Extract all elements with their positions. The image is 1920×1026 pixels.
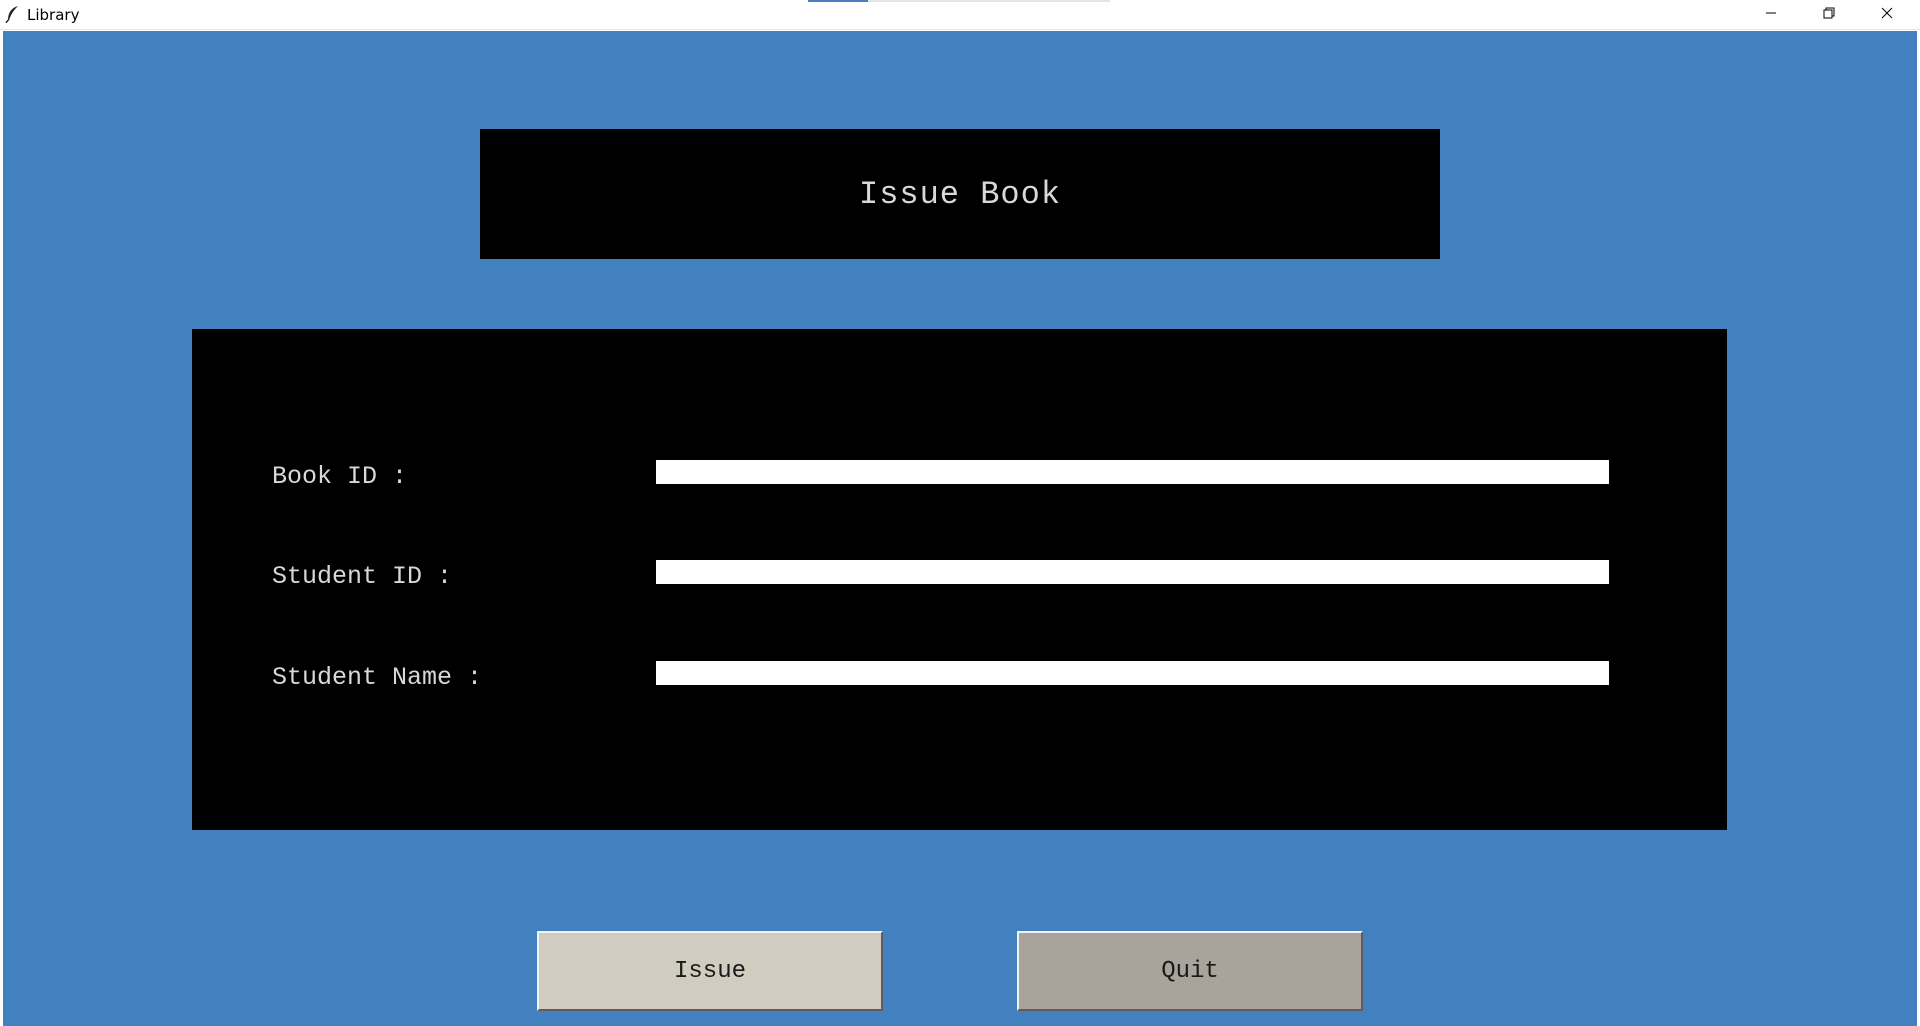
feather-icon bbox=[5, 5, 21, 24]
minimize-icon bbox=[1765, 6, 1777, 24]
issue-button[interactable]: Issue bbox=[537, 931, 883, 1011]
student-name-input[interactable] bbox=[656, 661, 1609, 685]
student-id-label: Student ID : bbox=[272, 562, 453, 591]
window-title: Library bbox=[27, 6, 80, 24]
app-canvas: Issue Book Book ID : Student ID : Studen… bbox=[3, 31, 1917, 1026]
quit-button[interactable]: Quit bbox=[1017, 931, 1363, 1011]
form-panel: Book ID : Student ID : Student Name : bbox=[192, 329, 1727, 830]
close-icon bbox=[1881, 6, 1893, 24]
restore-button[interactable] bbox=[1800, 0, 1858, 30]
close-button[interactable] bbox=[1858, 0, 1916, 30]
minimize-button[interactable] bbox=[1742, 0, 1800, 30]
heading-frame: Issue Book bbox=[480, 129, 1440, 259]
book-id-label: Book ID : bbox=[272, 462, 408, 491]
student-id-input[interactable] bbox=[656, 560, 1609, 584]
window-titlebar: Library bbox=[0, 0, 1920, 30]
page-title: Issue Book bbox=[858, 175, 1062, 213]
book-id-input[interactable] bbox=[656, 460, 1609, 484]
restore-icon bbox=[1823, 6, 1835, 24]
student-name-label: Student Name : bbox=[272, 663, 483, 692]
taskbar-strip-active bbox=[808, 0, 868, 2]
